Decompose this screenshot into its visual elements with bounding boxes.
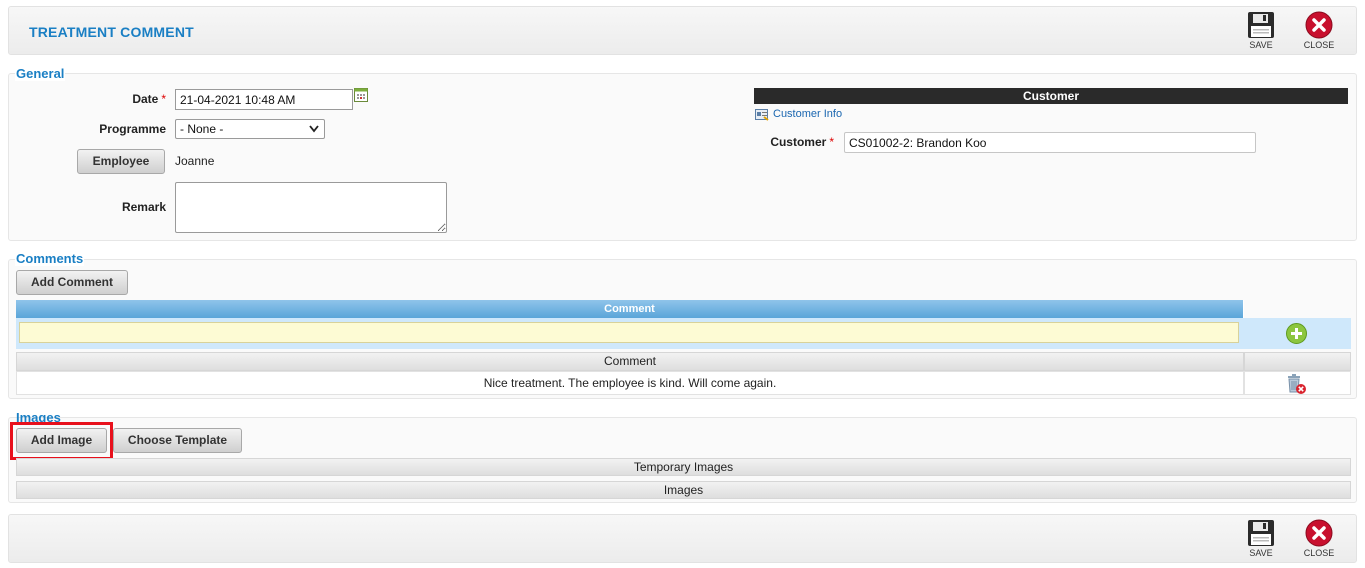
save-button[interactable]: SAVE (1241, 11, 1281, 50)
comment-list-header-action (1244, 352, 1351, 371)
programme-selected-value: - None - (180, 122, 224, 136)
new-comment-input[interactable] (19, 322, 1239, 343)
programme-select[interactable]: - None - (175, 119, 325, 139)
add-image-button[interactable]: Add Image (16, 428, 107, 453)
close-label: CLOSE (1303, 40, 1335, 50)
add-comment-button[interactable]: Add Comment (16, 270, 128, 295)
close-button[interactable]: CLOSE (1299, 11, 1339, 50)
customer-section-header: Customer (754, 88, 1348, 104)
date-input[interactable] (175, 89, 353, 110)
employee-button[interactable]: Employee (77, 149, 165, 174)
bottom-toolbar: SAVE CLOSE (8, 514, 1357, 563)
comments-legend: Comments (15, 251, 85, 266)
temporary-images-header: Temporary Images (16, 458, 1351, 476)
images-header: Images (16, 481, 1351, 499)
programme-label: Programme (99, 122, 166, 136)
chevron-down-icon (309, 125, 319, 133)
comment-grid-header: Comment (16, 300, 1244, 318)
customer-info-text: Customer Info (773, 108, 843, 120)
comment-list-header: Comment (16, 352, 1244, 371)
floppy-disk-icon (1248, 520, 1274, 546)
general-legend: General (15, 66, 66, 81)
close-icon (1305, 11, 1333, 39)
add-circle-icon[interactable] (1286, 323, 1307, 344)
floppy-disk-icon (1248, 12, 1274, 38)
save-button-bottom[interactable]: SAVE (1241, 519, 1281, 558)
remark-textarea[interactable] (175, 182, 447, 233)
remark-label: Remark (121, 200, 166, 214)
close-label-bottom: CLOSE (1303, 548, 1335, 558)
save-label: SAVE (1249, 40, 1273, 50)
contact-card-icon (755, 109, 769, 121)
save-label-bottom: SAVE (1249, 548, 1273, 558)
close-button-bottom[interactable]: CLOSE (1299, 519, 1339, 558)
date-label: Date * (132, 92, 166, 106)
page-title: TREATMENT COMMENT (29, 24, 194, 40)
delete-trash-icon[interactable] (1285, 373, 1307, 395)
customer-label: Customer * (770, 135, 834, 149)
top-toolbar: TREATMENT COMMENT SAVE CLOSE (8, 6, 1357, 55)
close-icon (1305, 519, 1333, 547)
comment-row-text: Nice treatment. The employee is kind. Wi… (16, 371, 1244, 395)
choose-template-button[interactable]: Choose Template (113, 428, 242, 453)
calendar-icon[interactable] (354, 88, 368, 102)
employee-value: Joanne (175, 154, 215, 168)
customer-input[interactable] (844, 132, 1256, 153)
